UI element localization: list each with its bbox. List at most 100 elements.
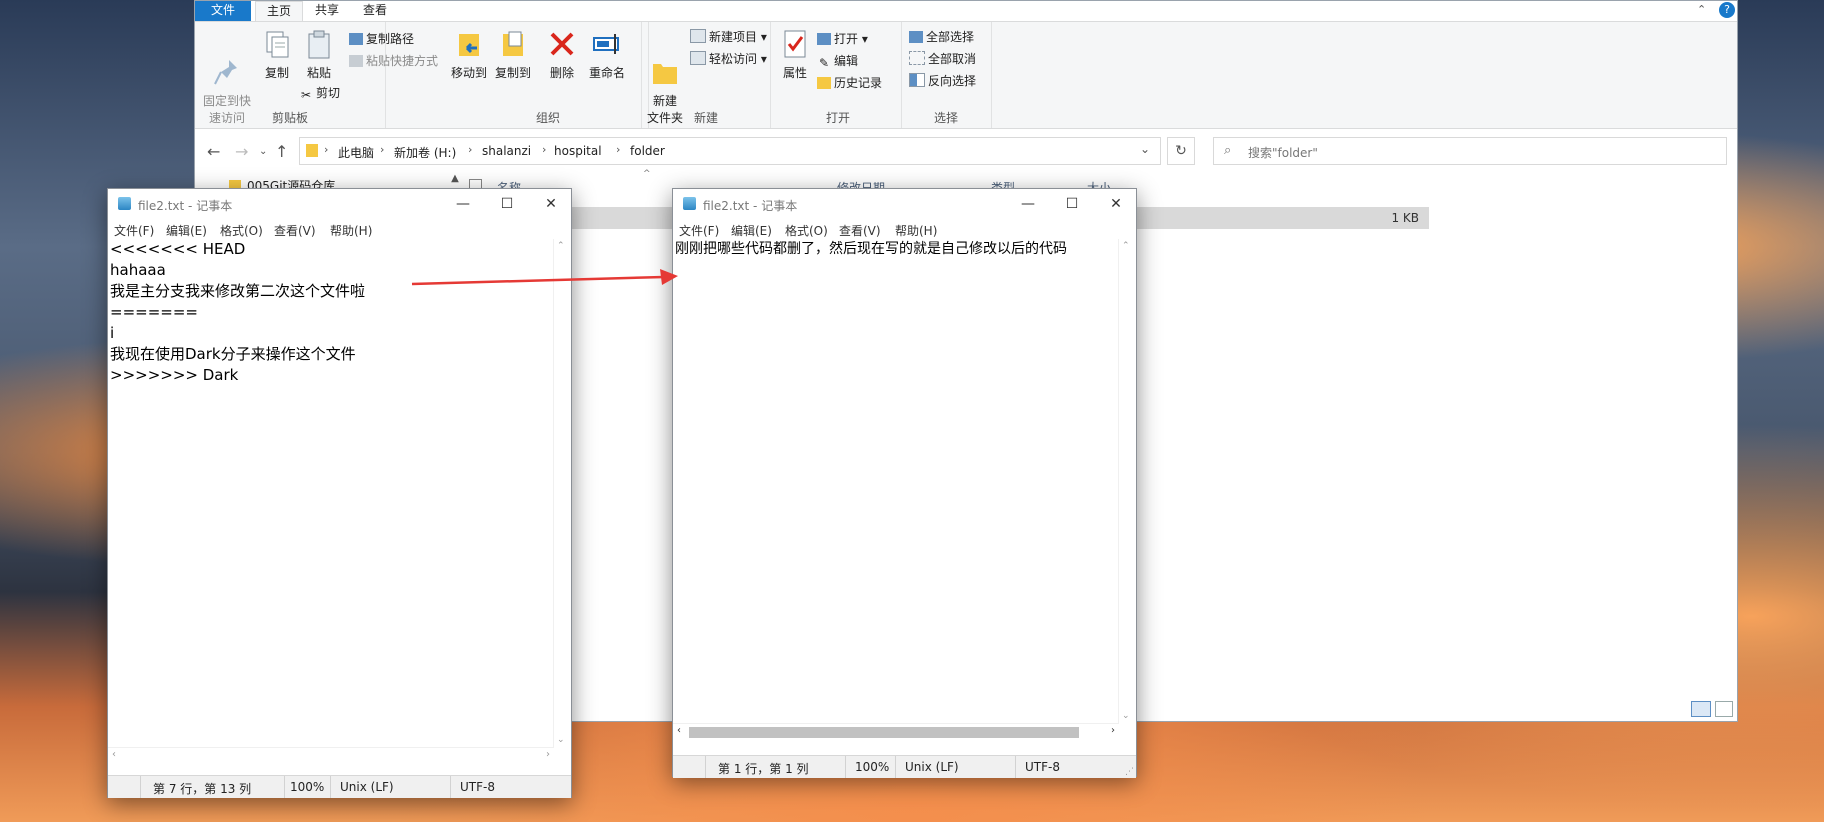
history-button[interactable]: 历史记录 — [817, 74, 882, 91]
new-folder-icon — [649, 42, 681, 84]
details-view-icon[interactable] — [1691, 701, 1711, 717]
notepad-window-right: file2.txt - 记事本 — ☐ ✕ 文件(F) 编辑(E) 格式(O) … — [672, 188, 1137, 778]
scroll-left-icon[interactable]: ‹ — [112, 749, 116, 760]
menu-help[interactable]: 帮助(H) — [895, 222, 937, 239]
menu-format[interactable]: 格式(O) — [785, 222, 828, 239]
tab-view[interactable]: 查看 — [355, 1, 395, 21]
menu-view[interactable]: 查看(V) — [839, 222, 881, 239]
horizontal-scrollbar[interactable]: ‹ › — [108, 747, 554, 765]
vertical-scrollbar[interactable]: ⌃ ⌄ — [1118, 239, 1136, 723]
help-icon[interactable]: ? — [1719, 2, 1735, 18]
menu-file[interactable]: 文件(F) — [114, 222, 154, 239]
select-group: 全部选择 全部取消 反向选择 选择 — [901, 22, 992, 128]
clipboard-group-label: 剪贴板 — [271, 111, 308, 125]
minimize-icon[interactable]: — — [445, 193, 481, 215]
notepad-menubar: 文件(F) 编辑(E) 格式(O) 查看(V) 帮助(H) — [673, 219, 1136, 239]
menu-edit[interactable]: 编辑(E) — [166, 222, 207, 239]
search-input[interactable]: ⌕ 搜索"folder" — [1213, 137, 1727, 165]
select-all-button[interactable]: 全部选择 — [909, 28, 974, 45]
copy-button[interactable]: 复制 — [257, 28, 297, 81]
breadcrumb-separator: › — [542, 143, 547, 156]
menu-view[interactable]: 查看(V) — [274, 222, 316, 239]
properties-button[interactable]: 属性 — [777, 28, 813, 81]
new-item-button[interactable]: 新建项目 ▾ — [690, 28, 767, 45]
edit-button[interactable]: ✎ 编辑 — [817, 52, 858, 70]
maximize-icon[interactable]: ☐ — [1054, 193, 1090, 215]
notepad-text-area[interactable]: <<<<<<< HEAD hahaaa 我是主分支我来修改第二次这个文件啦 ==… — [110, 239, 548, 747]
recent-locations-chevron-icon[interactable]: ⌄ — [259, 146, 267, 157]
invert-selection-button[interactable]: 反向选择 — [909, 72, 976, 89]
breadcrumb-drive[interactable]: 新加卷 (H:) — [394, 144, 456, 161]
up-arrow-icon[interactable]: ↑ — [275, 142, 288, 161]
address-bar-row: ← → ⌄ ↑ › 此电脑 › 新加卷 (H:) › shalanzi › ho… — [195, 130, 1737, 172]
refresh-icon[interactable]: ↻ — [1167, 137, 1195, 165]
scroll-down-icon[interactable]: ⌄ — [1122, 711, 1130, 721]
address-dropdown-chevron-icon[interactable]: ⌄ — [1140, 142, 1150, 156]
menu-edit[interactable]: 编辑(E) — [731, 222, 772, 239]
maximize-icon[interactable]: ☐ — [489, 193, 525, 215]
notepad-title: file2.txt - 记事本 — [703, 199, 798, 213]
status-eol: Unix (LF) — [340, 780, 394, 794]
notepad-titlebar[interactable]: file2.txt - 记事本 — ☐ ✕ — [108, 189, 571, 219]
menu-format[interactable]: 格式(O) — [220, 222, 263, 239]
select-none-button[interactable]: 全部取消 — [909, 50, 976, 67]
rename-button[interactable]: 重命名 — [584, 28, 630, 81]
copy-path-button[interactable]: 复制路径 — [349, 30, 414, 47]
notepad-statusbar: 第 1 行，第 1 列 100% Unix (LF) UTF-8 ⋰ — [673, 755, 1136, 778]
copy-to-button[interactable]: 复制到 — [492, 28, 534, 81]
new-item-icon — [690, 29, 706, 43]
nav-scroll-up-icon[interactable]: ▲ — [449, 173, 461, 185]
menu-file[interactable]: 文件(F) — [679, 222, 719, 239]
breadcrumb-this-pc[interactable]: 此电脑 — [338, 144, 374, 161]
back-arrow-icon[interactable]: ← — [207, 142, 220, 161]
notepad-titlebar[interactable]: file2.txt - 记事本 — ☐ ✕ — [673, 189, 1136, 219]
close-icon[interactable]: ✕ — [1098, 193, 1134, 215]
close-icon[interactable]: ✕ — [533, 193, 569, 215]
minimize-icon[interactable]: — — [1010, 193, 1046, 215]
horizontal-scroll-thumb[interactable] — [689, 727, 1079, 738]
copy-path-icon — [349, 33, 363, 45]
breadcrumb-separator: › — [468, 143, 473, 156]
vertical-scrollbar[interactable]: ⌃ ⌄ — [553, 239, 571, 747]
delete-button[interactable]: 删除 — [544, 28, 580, 81]
rename-icon — [591, 28, 623, 60]
open-button[interactable]: 打开 ▾ — [817, 30, 868, 47]
ribbon-collapse-icon[interactable]: ⌃ — [1697, 3, 1706, 16]
status-eol: Unix (LF) — [905, 760, 959, 774]
breadcrumb-folder[interactable]: folder — [630, 144, 665, 158]
easy-access-icon — [690, 51, 706, 65]
select-group-label: 选择 — [933, 111, 958, 125]
resize-grip-icon[interactable]: ⋰ — [1125, 767, 1134, 777]
paste-shortcut-button[interactable]: 粘贴快捷方式 — [349, 52, 438, 69]
breadcrumb-hospital[interactable]: hospital — [554, 144, 602, 158]
large-icons-view-icon[interactable] — [1715, 701, 1733, 717]
copy-icon — [261, 28, 293, 60]
paste-button[interactable]: 粘贴 — [299, 28, 339, 81]
scroll-right-icon[interactable]: › — [1111, 725, 1115, 736]
open-group-label: 打开 — [825, 111, 850, 125]
address-bar[interactable]: › 此电脑 › 新加卷 (H:) › shalanzi › hospital ›… — [299, 137, 1161, 165]
tab-home[interactable]: 主页 — [255, 1, 303, 22]
tab-share[interactable]: 共享 — [307, 1, 347, 21]
scroll-down-icon[interactable]: ⌄ — [557, 735, 565, 745]
scroll-up-icon[interactable]: ⌃ — [1122, 241, 1130, 251]
easy-access-button[interactable]: 轻松访问 ▾ — [690, 50, 767, 67]
cut-button[interactable]: ✂ 剪切 — [299, 84, 340, 102]
pin-icon — [211, 42, 243, 85]
status-zoom: 100% — [855, 760, 890, 774]
clipboard-group: 固定到快 速访问 复制 粘贴 复制路径 粘贴快捷方式 ✂ 剪切 剪贴板 — [195, 22, 438, 128]
breadcrumb-shalanzi[interactable]: shalanzi — [482, 144, 531, 158]
menu-help[interactable]: 帮助(H) — [330, 222, 372, 239]
ribbon-tabs: 文件 主页 共享 查看 ⌃ ? — [195, 1, 1737, 22]
breadcrumb-separator: › — [616, 143, 621, 156]
move-to-button[interactable]: 移动到 — [448, 28, 490, 81]
scroll-right-icon[interactable]: › — [546, 749, 550, 760]
tab-file[interactable]: 文件 — [195, 1, 251, 21]
horizontal-scrollbar[interactable]: ‹ › — [673, 723, 1119, 741]
scroll-left-icon[interactable]: ‹ — [677, 725, 681, 736]
notepad-text-area[interactable]: 刚刚把哪些代码都删了，然后现在写的就是自己修改以后的代码 — [675, 239, 1117, 723]
clipboard-icon — [303, 28, 335, 60]
forward-arrow-icon[interactable]: → — [235, 142, 248, 161]
scroll-up-icon[interactable]: ⌃ — [557, 241, 565, 251]
status-zoom: 100% — [290, 780, 325, 794]
